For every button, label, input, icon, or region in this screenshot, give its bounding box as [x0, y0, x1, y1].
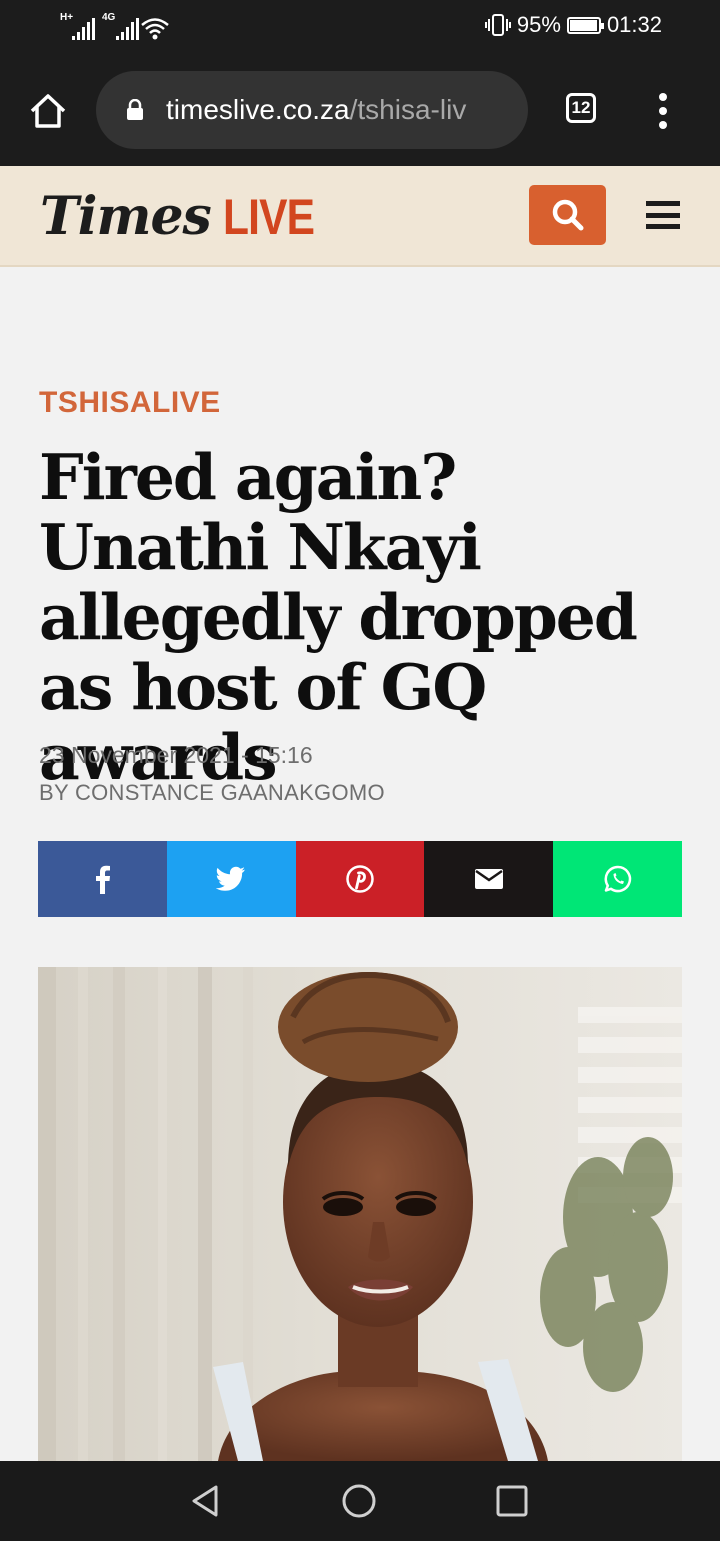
- tab-switcher-button[interactable]: 12: [566, 93, 596, 123]
- article-photo[interactable]: [38, 967, 682, 1461]
- hamburger-menu-icon[interactable]: [646, 201, 680, 229]
- url-text: timeslive.co.za/tshisa-liv: [166, 94, 516, 126]
- share-whatsapp-button[interactable]: [553, 841, 682, 917]
- share-twitter-button[interactable]: [166, 841, 296, 917]
- logo-live: LIVE: [222, 189, 315, 245]
- address-bar[interactable]: timeslive.co.za/tshisa-liv: [96, 71, 528, 149]
- vibrate-icon: [484, 14, 511, 36]
- share-email-button[interactable]: [424, 841, 554, 917]
- whatsapp-icon: [604, 865, 631, 893]
- tab-count: 12: [571, 98, 591, 117]
- back-icon[interactable]: [188, 1483, 224, 1519]
- article-headline: Fired again? Unathi Nkayi allegedly drop…: [39, 440, 638, 794]
- section-label[interactable]: TSHISALIVE: [39, 386, 221, 420]
- pinterest-icon: [346, 865, 374, 893]
- clock: 01:32: [606, 12, 662, 37]
- url-path: /tshisa-liv: [349, 94, 467, 125]
- system-navigation-bar: [0, 1461, 720, 1541]
- article-byline: BY CONSTANCE GAANAKGOMO: [39, 780, 385, 805]
- logo-times: Times: [40, 186, 212, 247]
- signal-icon-sim1: H+: [60, 12, 95, 40]
- browser-menu-icon[interactable]: [656, 93, 670, 129]
- recents-icon[interactable]: [494, 1483, 530, 1519]
- share-facebook-button[interactable]: [38, 841, 167, 917]
- search-button[interactable]: [529, 185, 606, 245]
- lock-icon: [127, 99, 143, 120]
- url-domain: timeslive.co.za: [166, 94, 350, 125]
- share-pinterest-button[interactable]: [295, 841, 425, 917]
- twitter-icon: [216, 866, 246, 891]
- article-date: 23 November 2021 - 15:16: [39, 742, 313, 768]
- email-icon: [474, 869, 503, 889]
- home-nav-icon[interactable]: [341, 1483, 377, 1519]
- home-icon[interactable]: [28, 91, 68, 131]
- signal-icon-sim2: 4G: [102, 12, 139, 40]
- battery-icon: [566, 16, 604, 34]
- status-bar: H+ 4G 95% 01:32: [0, 0, 720, 55]
- site-logo[interactable]: Times LIVE: [40, 186, 330, 247]
- wifi-icon: [141, 18, 169, 40]
- browser-toolbar: timeslive.co.za/tshisa-liv 12: [0, 55, 720, 166]
- facebook-icon: [96, 865, 111, 894]
- battery-percent: 95%: [516, 12, 561, 37]
- photo-illustration: [38, 967, 682, 1461]
- share-bar: [38, 841, 682, 917]
- sim1-network-label: H+: [60, 12, 74, 23]
- site-header: Times LIVE: [0, 166, 720, 267]
- sim2-network-label: 4G: [102, 12, 116, 23]
- search-icon: [552, 199, 583, 231]
